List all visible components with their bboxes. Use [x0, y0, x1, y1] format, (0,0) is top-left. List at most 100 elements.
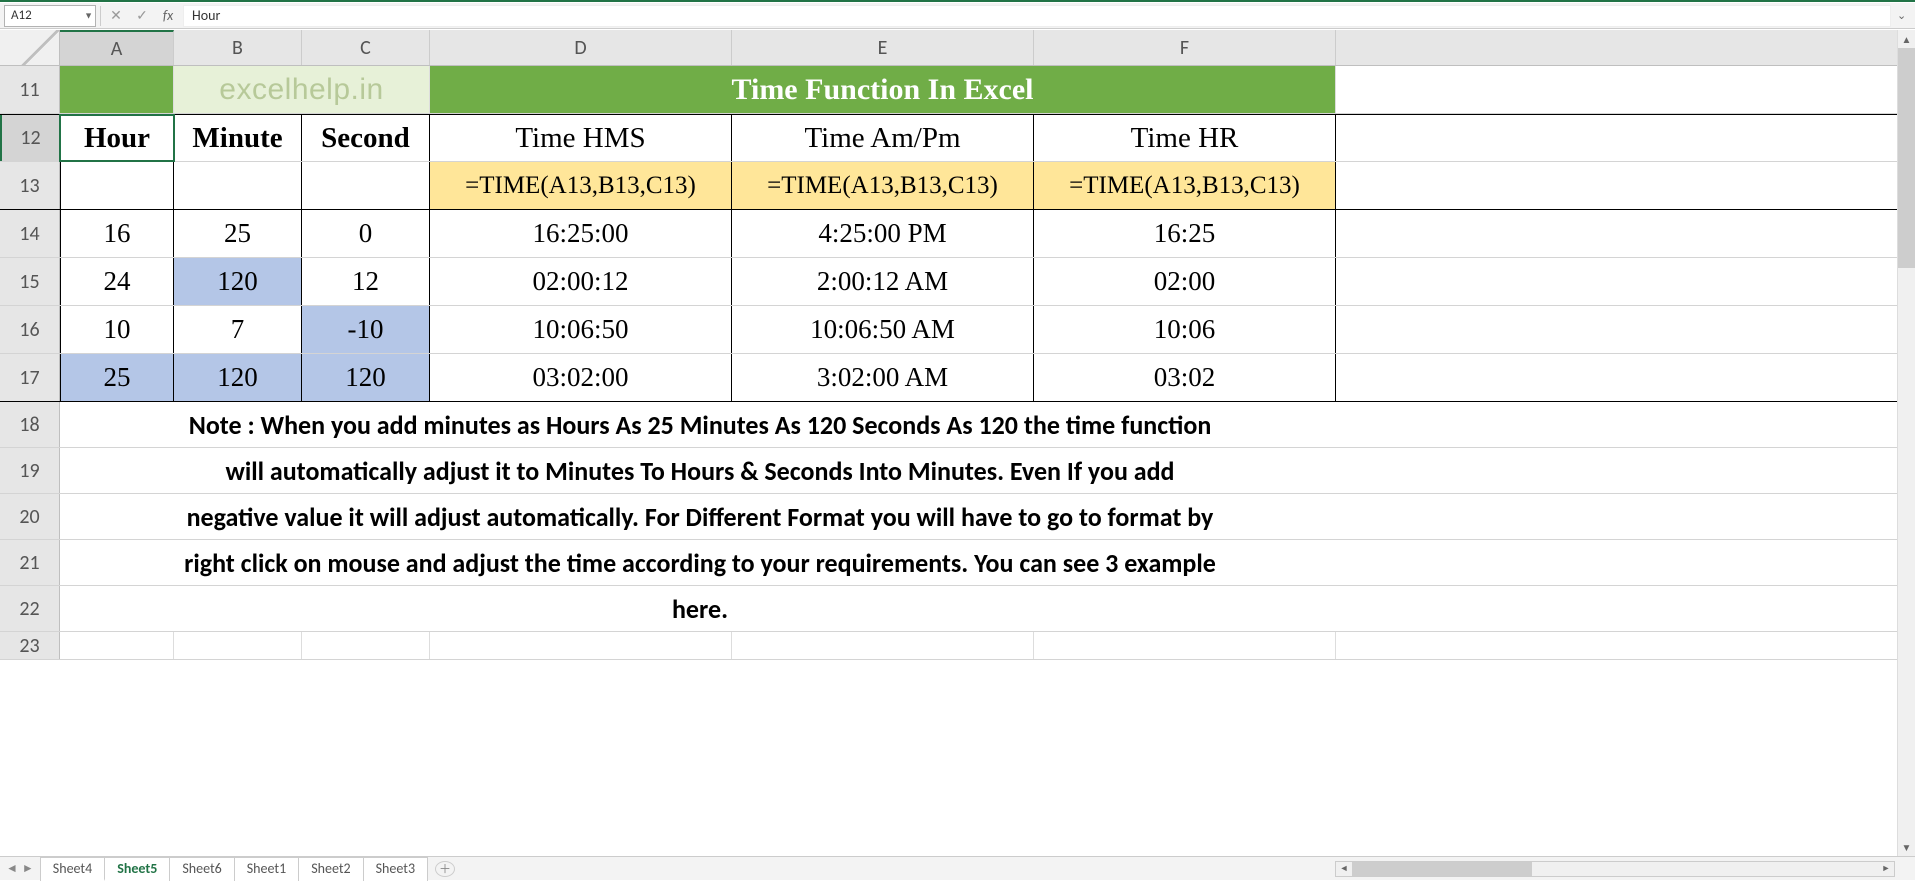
- cell-F17[interactable]: 03:02: [1034, 354, 1336, 401]
- col-header-C[interactable]: C: [302, 30, 430, 65]
- sheet-tab-sheet2[interactable]: Sheet2: [298, 857, 363, 881]
- scroll-down-icon[interactable]: ▼: [1898, 838, 1915, 856]
- add-sheet-button[interactable]: ＋: [435, 861, 455, 877]
- cancel-formula-button[interactable]: ✕: [105, 5, 127, 27]
- cell-C16[interactable]: -10: [302, 306, 430, 353]
- row-header-19[interactable]: 19: [0, 448, 60, 493]
- cell-spare[interactable]: [1336, 494, 1915, 539]
- cell-spare[interactable]: [1336, 402, 1915, 447]
- cell-spare[interactable]: [1336, 306, 1915, 353]
- hscroll-thumb[interactable]: [1352, 862, 1532, 876]
- sheet-tab-sheet5[interactable]: Sheet5: [104, 857, 170, 881]
- cell-F16[interactable]: 10:06: [1034, 306, 1336, 353]
- note-line-3[interactable]: right click on mouse and adjust the time…: [60, 540, 1336, 585]
- cell-B12[interactable]: Minute: [174, 115, 302, 161]
- cell-C12[interactable]: Second: [302, 115, 430, 161]
- cell-spare[interactable]: [1336, 66, 1915, 113]
- col-header-D[interactable]: D: [430, 30, 732, 65]
- fx-button[interactable]: fx: [157, 5, 179, 27]
- note-line-4[interactable]: here.: [60, 586, 1336, 631]
- hscroll-track[interactable]: [1352, 862, 1878, 876]
- formula-input[interactable]: Hour: [183, 5, 1891, 27]
- select-all-corner[interactable]: [0, 30, 60, 65]
- cell-title[interactable]: Time Function In Excel: [430, 66, 1336, 113]
- cell-spare[interactable]: [1336, 115, 1915, 161]
- cell-A11[interactable]: [60, 66, 174, 113]
- row-header-12[interactable]: 12: [0, 115, 60, 161]
- cell-C15[interactable]: 12: [302, 258, 430, 305]
- cell-D12[interactable]: Time HMS: [430, 115, 732, 161]
- scroll-right-icon[interactable]: ►: [1878, 862, 1894, 876]
- cell-C23[interactable]: [302, 632, 430, 659]
- row-header-11[interactable]: 11: [0, 66, 60, 113]
- cell-E15[interactable]: 2:00:12 AM: [732, 258, 1034, 305]
- cell-spare[interactable]: [1336, 258, 1915, 305]
- cell-A13[interactable]: [60, 162, 174, 209]
- col-header-F[interactable]: F: [1034, 30, 1336, 65]
- row-header-17[interactable]: 17: [0, 354, 60, 401]
- scroll-up-icon[interactable]: ▲: [1898, 30, 1915, 48]
- cell-B13[interactable]: [174, 162, 302, 209]
- cell-spare[interactable]: [1336, 632, 1915, 659]
- cell-A23[interactable]: [60, 632, 174, 659]
- expand-formula-bar-icon[interactable]: ⌄: [1897, 9, 1911, 22]
- horizontal-scrollbar[interactable]: ◄ ►: [1335, 861, 1895, 877]
- cell-spare[interactable]: [1336, 586, 1915, 631]
- sheet-tab-sheet1[interactable]: Sheet1: [234, 857, 299, 881]
- cell-D13[interactable]: =TIME(A13,B13,C13): [430, 162, 732, 209]
- sheet-tab-sheet3[interactable]: Sheet3: [363, 857, 428, 881]
- cell-A16[interactable]: 10: [60, 306, 174, 353]
- row-header-18[interactable]: 18: [0, 402, 60, 447]
- cell-D16[interactable]: 10:06:50: [430, 306, 732, 353]
- cell-A12[interactable]: Hour: [60, 115, 174, 161]
- note-line-0[interactable]: Note : When you add minutes as Hours As …: [60, 402, 1336, 447]
- row-header-22[interactable]: 22: [0, 586, 60, 631]
- cell-A17[interactable]: 25: [60, 354, 174, 401]
- cell-A15[interactable]: 24: [60, 258, 174, 305]
- cell-B14[interactable]: 25: [174, 210, 302, 257]
- cell-D23[interactable]: [430, 632, 732, 659]
- sheet-nav-next-icon[interactable]: ►: [22, 861, 34, 876]
- name-box[interactable]: A12 ▼: [4, 5, 96, 27]
- cell-D15[interactable]: 02:00:12: [430, 258, 732, 305]
- cell-F12[interactable]: Time HR: [1034, 115, 1336, 161]
- cell-C14[interactable]: 0: [302, 210, 430, 257]
- cell-E16[interactable]: 10:06:50 AM: [732, 306, 1034, 353]
- cell-spare[interactable]: [1336, 354, 1915, 401]
- cell-F13[interactable]: =TIME(A13,B13,C13): [1034, 162, 1336, 209]
- sheet-nav-prev-icon[interactable]: ◄: [6, 861, 18, 876]
- chevron-down-icon[interactable]: ▼: [84, 10, 93, 21]
- cell-B17[interactable]: 120: [174, 354, 302, 401]
- cell-D17[interactable]: 03:02:00: [430, 354, 732, 401]
- cell-A14[interactable]: 16: [60, 210, 174, 257]
- row-header-14[interactable]: 14: [0, 210, 60, 257]
- note-line-2[interactable]: negative value it will adjust automatica…: [60, 494, 1336, 539]
- row-header-16[interactable]: 16: [0, 306, 60, 353]
- cell-E23[interactable]: [732, 632, 1034, 659]
- cell-D14[interactable]: 16:25:00: [430, 210, 732, 257]
- cell-B15[interactable]: 120: [174, 258, 302, 305]
- col-header-B[interactable]: B: [174, 30, 302, 65]
- row-header-13[interactable]: 13: [0, 162, 60, 209]
- note-line-1[interactable]: will automatically adjust it to Minutes …: [60, 448, 1336, 493]
- cell-F15[interactable]: 02:00: [1034, 258, 1336, 305]
- cell-E17[interactable]: 3:02:00 AM: [732, 354, 1034, 401]
- sheet-tab-sheet6[interactable]: Sheet6: [169, 857, 234, 881]
- cell-spare[interactable]: [1336, 540, 1915, 585]
- row-header-20[interactable]: 20: [0, 494, 60, 539]
- cell-logo[interactable]: excelhelp.in: [174, 66, 430, 113]
- cell-B23[interactable]: [174, 632, 302, 659]
- cell-F23[interactable]: [1034, 632, 1336, 659]
- cell-F14[interactable]: 16:25: [1034, 210, 1336, 257]
- cell-spare[interactable]: [1336, 210, 1915, 257]
- cell-E13[interactable]: =TIME(A13,B13,C13): [732, 162, 1034, 209]
- col-header-A[interactable]: A: [60, 30, 174, 65]
- vscroll-thumb[interactable]: [1898, 48, 1915, 268]
- row-header-21[interactable]: 21: [0, 540, 60, 585]
- col-header-E[interactable]: E: [732, 30, 1034, 65]
- vscroll-track[interactable]: [1898, 48, 1915, 838]
- enter-formula-button[interactable]: ✓: [131, 5, 153, 27]
- cell-E14[interactable]: 4:25:00 PM: [732, 210, 1034, 257]
- cell-C13[interactable]: [302, 162, 430, 209]
- cell-E12[interactable]: Time Am/Pm: [732, 115, 1034, 161]
